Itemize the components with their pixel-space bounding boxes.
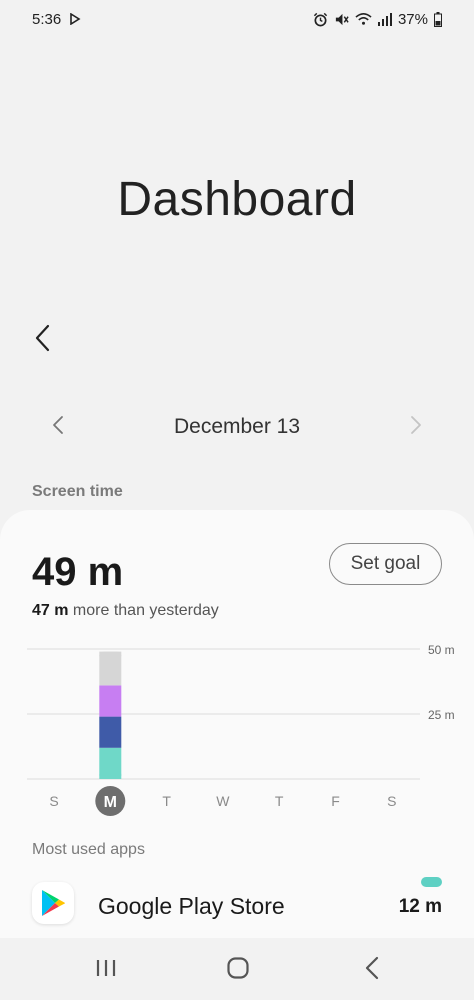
total-screen-time: 49 m: [32, 550, 124, 594]
day-label: F: [331, 793, 340, 809]
app-row[interactable]: Google Play Store 12 m: [0, 870, 474, 940]
chevron-left-icon: [34, 324, 50, 357]
recents-button[interactable]: [86, 950, 126, 990]
google-play-store-icon: [32, 882, 74, 924]
alarm-icon: [313, 12, 328, 27]
comparison-value: 47 m: [32, 602, 69, 619]
status-time: 5:36: [32, 10, 62, 28]
next-day-button[interactable]: [400, 411, 432, 443]
screen-time-label: Screen time: [32, 483, 123, 500]
usage-bar-segment: [99, 716, 122, 748]
signal-icon: [377, 12, 392, 26]
back-nav-button[interactable]: [352, 950, 392, 990]
chevron-right-icon: [410, 415, 422, 440]
comparison-suffix: more than yesterday: [72, 602, 219, 619]
day-label: S: [387, 793, 396, 809]
battery-icon: [434, 11, 442, 27]
navigation-bar: [0, 938, 474, 1000]
day-label: M: [104, 794, 117, 811]
page-title: Dashboard: [117, 173, 357, 226]
back-button[interactable]: [24, 322, 60, 358]
battery-percent: 37%: [397, 10, 428, 28]
usage-bar-cap: [99, 771, 122, 779]
day-label: T: [275, 793, 284, 809]
recents-icon: [95, 958, 117, 983]
mute-icon: [334, 12, 349, 27]
usage-bar-chart: 25 m 50 m S M T W T F S: [27, 643, 455, 816]
day-label: S: [49, 793, 58, 809]
wifi-icon: [355, 12, 372, 26]
back-nav-icon: [365, 956, 379, 985]
status-bar: 5:36 37%: [0, 0, 474, 38]
y-tick-label: 50 m: [428, 643, 455, 657]
app-name: Google Play Store: [98, 893, 285, 919]
comparison-text: 47 m more than yesterday: [32, 602, 219, 620]
most-used-apps-label: Most used apps: [32, 841, 145, 858]
home-button[interactable]: [218, 950, 258, 990]
date-navigator: December 13: [0, 405, 474, 449]
app-usage-time: 12 m: [398, 896, 442, 917]
home-icon: [226, 956, 250, 985]
app-usage-bar: [421, 877, 442, 887]
set-goal-button[interactable]: Set goal: [329, 543, 442, 585]
day-label: W: [216, 793, 230, 809]
y-tick-label: 25 m: [428, 708, 455, 722]
play-notification-icon: [69, 13, 81, 25]
day-label: T: [162, 793, 171, 809]
usage-bar-segment: [99, 685, 122, 717]
usage-bar-cap: [99, 651, 122, 660]
